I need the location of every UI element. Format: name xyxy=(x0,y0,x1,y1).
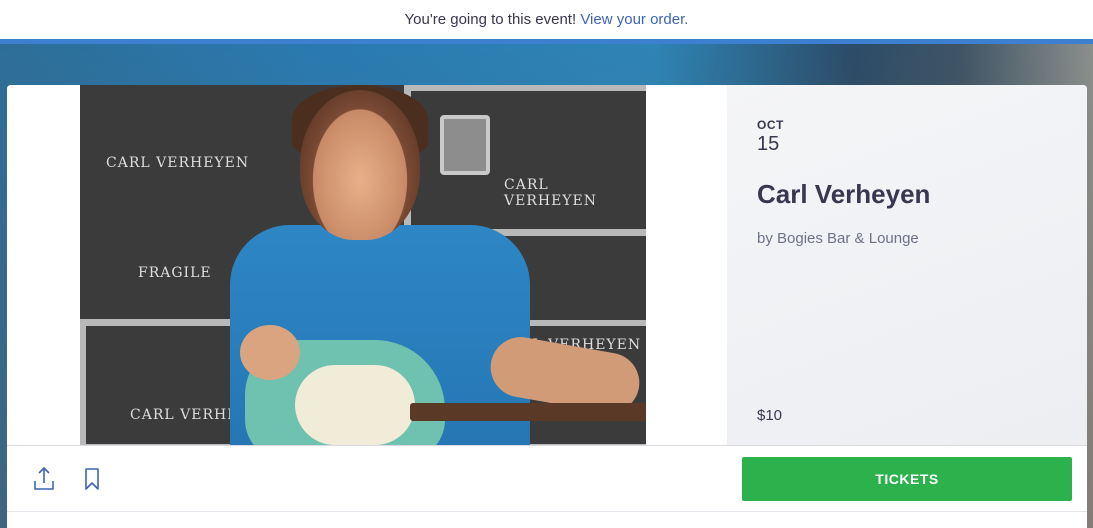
person-head xyxy=(300,90,420,240)
stencil-text: FRAGILE xyxy=(138,265,212,281)
event-day: 15 xyxy=(757,133,780,155)
event-organizer: by Bogies Bar & Lounge xyxy=(757,230,919,247)
event-action-bar: TICKETS xyxy=(7,445,1087,511)
case-latch xyxy=(440,115,490,175)
card-bottom-divider xyxy=(7,511,1087,528)
guitar-neck xyxy=(410,403,646,421)
event-image: CARL VERHEYEN CARL VERHEYEN FRAGILE CARL… xyxy=(80,85,646,445)
event-title: Carl Verheyen xyxy=(757,179,931,209)
event-price: $10 xyxy=(757,407,783,424)
view-order-link[interactable]: View your order. xyxy=(580,11,688,28)
event-card: CARL VERHEYEN CARL VERHEYEN FRAGILE CARL… xyxy=(7,85,1087,528)
bookmark-icon[interactable] xyxy=(77,464,107,494)
stencil-text: CARL VERHEYEN xyxy=(504,177,598,209)
order-notice-text: You're going to this event! xyxy=(404,11,577,28)
stencil-text: CARL VERHEYEN xyxy=(106,155,250,171)
guitar-pickguard xyxy=(295,365,415,445)
tickets-button[interactable]: TICKETS xyxy=(742,457,1072,501)
share-icon[interactable] xyxy=(29,464,59,494)
event-month: OCT xyxy=(757,118,784,132)
event-info-panel: OCT 15 Carl Verheyen by Bogies Bar & Lou… xyxy=(727,85,1087,445)
person-hand xyxy=(240,325,300,380)
order-notice-bar: You're going to this event! View your or… xyxy=(0,0,1093,40)
event-media: CARL VERHEYEN CARL VERHEYEN FRAGILE CARL… xyxy=(7,85,727,445)
